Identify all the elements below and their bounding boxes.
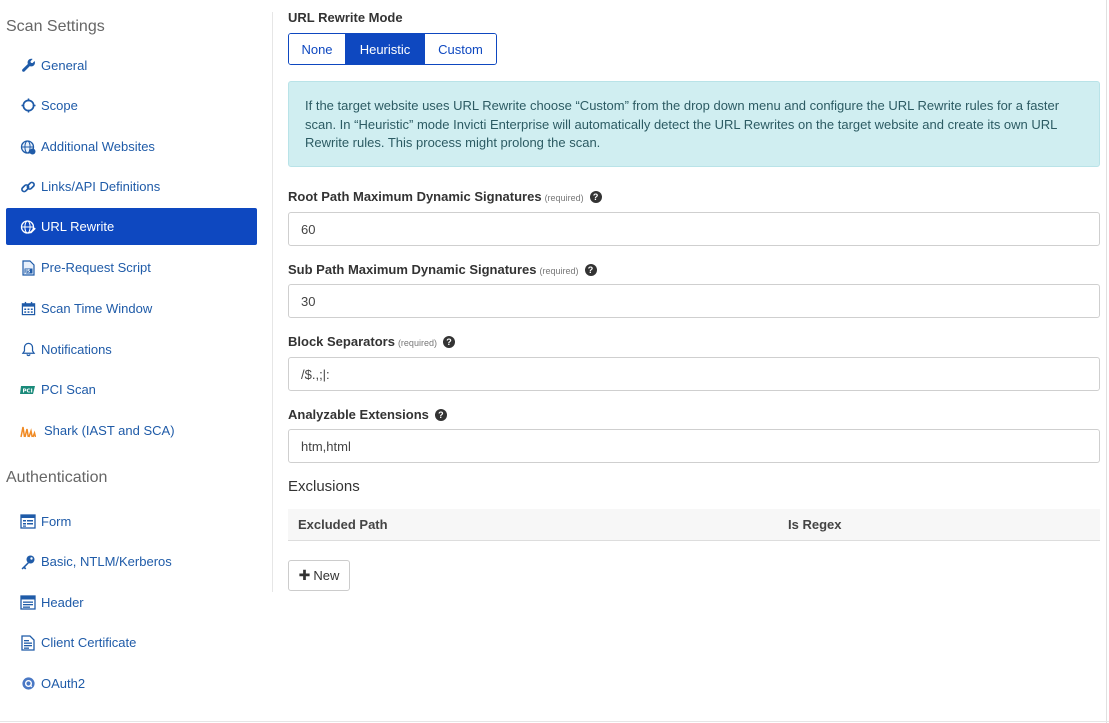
sidebar-item-additional-websites[interactable]: Additional Websites xyxy=(6,128,257,165)
analyzable-extensions-label: Analyzable Extensions ? xyxy=(288,407,447,422)
sidebar-item-label: Shark (IAST and SCA) xyxy=(44,423,175,438)
link-icon xyxy=(20,179,36,195)
svg-text:JS: JS xyxy=(24,268,30,274)
new-exclusion-button[interactable]: ✚ New xyxy=(288,560,350,591)
sidebar-item-label: Pre-Request Script xyxy=(41,260,151,275)
sidebar-item-url-rewrite[interactable]: URL Rewrite xyxy=(6,208,257,245)
sidebar-item-label: Additional Websites xyxy=(41,139,155,154)
sidebar-item-label: Form xyxy=(41,514,72,529)
exclusions-heading: Exclusions xyxy=(288,478,360,495)
sidebar-item-label: Scope xyxy=(41,98,78,113)
sidebar-item-pci-scan[interactable]: PCI PCI Scan xyxy=(6,371,257,408)
sidebar-item-client-certificate[interactable]: Client Certificate xyxy=(6,624,257,661)
sidebar-item-label: PCI Scan xyxy=(41,382,96,397)
sidebar-item-pre-request-script[interactable]: JS Pre-Request Script xyxy=(6,249,257,286)
sub-path-input[interactable]: 30 xyxy=(288,284,1100,318)
header-icon xyxy=(20,595,36,611)
wrench-icon xyxy=(20,58,36,74)
column-excluded-path: Excluded Path xyxy=(298,517,388,532)
oauth-icon xyxy=(20,676,36,692)
sidebar-item-label: General xyxy=(41,58,88,73)
help-icon[interactable]: ? xyxy=(589,190,602,203)
mode-none-button[interactable]: None xyxy=(289,34,346,64)
help-icon[interactable]: ? xyxy=(584,263,597,276)
sidebar-item-form[interactable]: Form xyxy=(6,503,257,540)
sidebar-item-basic-ntlm[interactable]: Basic, NTLM/Kerberos xyxy=(6,543,257,580)
sidebar-divider xyxy=(272,12,273,592)
sidebar-item-label: Scan Time Window xyxy=(41,301,153,316)
analyzable-extensions-input[interactable]: htm,html xyxy=(288,429,1100,463)
sidebar-item-label: OAuth2 xyxy=(41,676,86,691)
sidebar-item-links-api[interactable]: Links/API Definitions xyxy=(6,168,257,205)
calendar-icon xyxy=(20,301,36,317)
sidebar-item-label: Links/API Definitions xyxy=(41,179,161,194)
url-rewrite-mode-label: URL Rewrite Mode xyxy=(288,10,403,25)
sidebar-item-shark[interactable]: Shark (IAST and SCA) xyxy=(6,412,257,449)
block-separators-label: Block Separators (required) ? xyxy=(288,334,455,349)
plus-icon: ✚ xyxy=(298,567,311,583)
globe-icon xyxy=(20,139,36,155)
root-path-input[interactable]: 60 xyxy=(288,212,1100,246)
required-marker: (required) xyxy=(544,193,584,203)
sidebar-item-label: URL Rewrite xyxy=(41,219,115,234)
sidebar-item-label: Client Certificate xyxy=(41,635,137,650)
url-rewrite-mode-toggle: None Heuristic Custom xyxy=(288,33,497,65)
sub-path-label: Sub Path Maximum Dynamic Signatures (req… xyxy=(288,262,597,277)
block-separators-input[interactable]: /$.,;|: xyxy=(288,357,1100,391)
key-icon xyxy=(20,554,36,570)
sidebar-item-notifications[interactable]: Notifications xyxy=(6,331,257,368)
mode-custom-button[interactable]: Custom xyxy=(425,34,496,64)
authentication-heading: Authentication xyxy=(6,469,108,486)
help-icon[interactable]: ? xyxy=(442,335,455,348)
required-marker: (required) xyxy=(397,338,437,348)
analyzable-extensions-label-text: Analyzable Extensions xyxy=(288,407,429,422)
shark-icon xyxy=(20,423,36,439)
pci-icon: PCI xyxy=(20,382,36,398)
new-button-label: New xyxy=(313,568,340,583)
sidebar-item-label: Basic, NTLM/Kerberos xyxy=(41,554,172,569)
right-border xyxy=(1106,0,1107,723)
form-icon xyxy=(20,514,36,530)
js-file-icon: JS xyxy=(20,259,36,276)
sidebar-item-oauth2[interactable]: OAuth2 xyxy=(6,665,257,702)
exclusions-table-header: Excluded Path Is Regex xyxy=(288,509,1100,541)
scan-settings-heading: Scan Settings xyxy=(6,18,105,35)
required-marker: (required) xyxy=(539,266,579,276)
globe-edit-icon xyxy=(20,219,36,235)
sidebar-item-label: Notifications xyxy=(41,342,112,357)
sidebar: Scan Settings General Scope Additional W… xyxy=(0,0,272,723)
info-alert: If the target website uses URL Rewrite c… xyxy=(288,81,1100,167)
target-icon xyxy=(20,98,36,114)
bottom-border xyxy=(0,721,1109,722)
bell-icon xyxy=(20,342,36,358)
root-path-label: Root Path Maximum Dynamic Signatures (re… xyxy=(288,189,602,204)
block-separators-label-text: Block Separators xyxy=(288,334,395,349)
certificate-icon xyxy=(20,634,36,651)
help-icon[interactable]: ? xyxy=(434,408,447,421)
sub-path-label-text: Sub Path Maximum Dynamic Signatures xyxy=(288,262,537,277)
sidebar-item-header[interactable]: Header xyxy=(6,584,257,621)
sidebar-item-label: Header xyxy=(41,595,84,610)
sidebar-item-general[interactable]: General xyxy=(6,47,257,84)
sidebar-item-scope[interactable]: Scope xyxy=(6,87,257,124)
mode-heuristic-button[interactable]: Heuristic xyxy=(346,34,425,64)
column-is-regex: Is Regex xyxy=(788,517,842,532)
root-path-label-text: Root Path Maximum Dynamic Signatures xyxy=(288,189,542,204)
svg-text:PCI: PCI xyxy=(23,388,33,394)
sidebar-item-scan-time-window[interactable]: Scan Time Window xyxy=(6,290,257,327)
